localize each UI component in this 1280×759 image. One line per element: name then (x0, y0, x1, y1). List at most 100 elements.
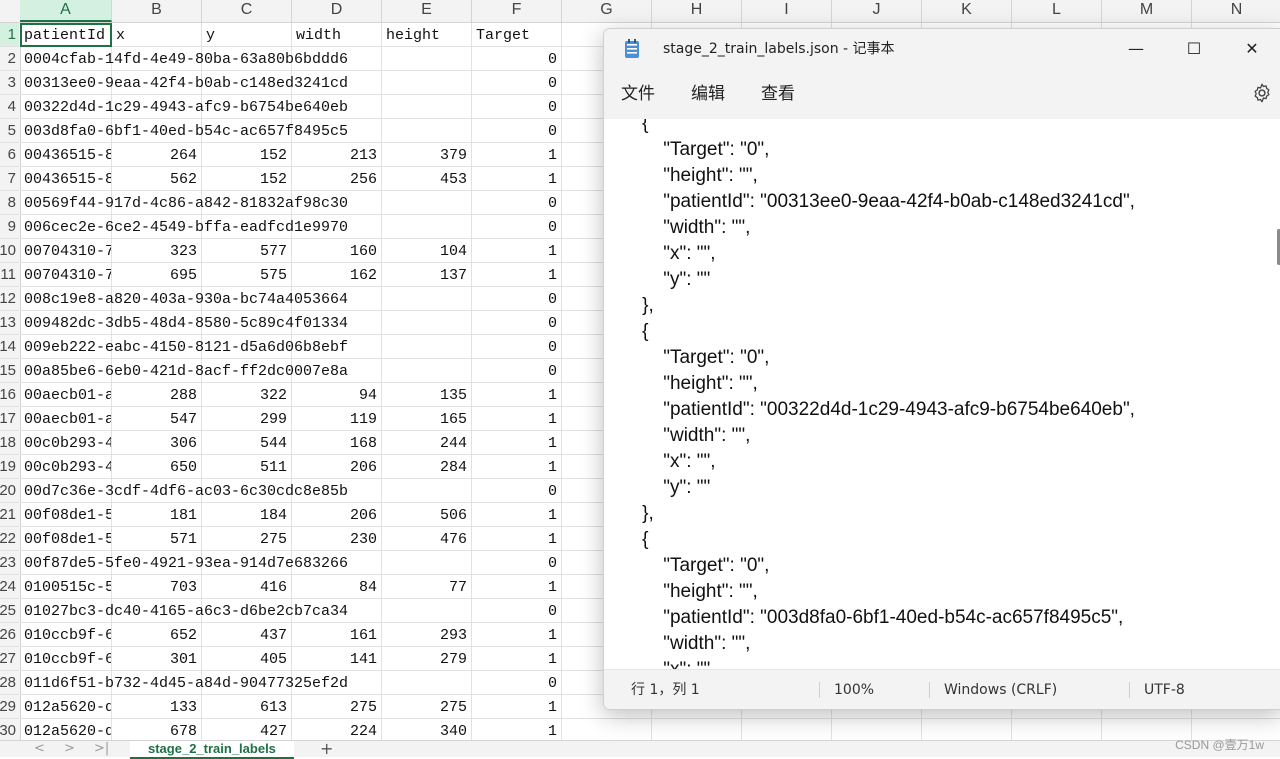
cell[interactable]: 009482dc-3db5-48d4-8580-5c89c4f01334 (20, 311, 348, 335)
cell[interactable]: 00436515-870c-4b36-a041-de91049b9ab4 (20, 143, 112, 167)
cell[interactable]: 135 (382, 383, 472, 407)
cell[interactable]: 206 (292, 503, 382, 527)
maximize-button[interactable]: ☐ (1165, 29, 1223, 69)
cell[interactable] (382, 551, 472, 575)
cell[interactable]: 244 (382, 431, 472, 455)
column-header-d[interactable]: D (292, 0, 382, 22)
column-header-b[interactable]: B (112, 0, 202, 22)
cell[interactable]: 161 (292, 623, 382, 647)
row-number[interactable]: 21 (0, 503, 19, 527)
cell[interactable]: 012a5620-d082-4bb8-9b3b-e72d8938000c (20, 719, 112, 740)
cell[interactable]: 288 (112, 383, 202, 407)
cell[interactable]: 77 (382, 575, 472, 599)
column-header-n[interactable]: N (1192, 0, 1280, 22)
cell[interactable]: width (292, 23, 382, 47)
cell[interactable] (382, 479, 472, 503)
cell[interactable]: 323 (112, 239, 202, 263)
row-number[interactable]: 13 (0, 311, 19, 335)
row-number[interactable]: 25 (0, 599, 19, 623)
cell[interactable]: height (382, 23, 472, 47)
sheet-tab[interactable]: stage_2_train_labels (130, 741, 294, 759)
cell[interactable] (382, 71, 472, 95)
cell[interactable]: 1 (472, 263, 562, 287)
cell[interactable]: 94 (292, 383, 382, 407)
column-header-c[interactable]: C (202, 0, 292, 22)
cell[interactable]: 224 (292, 719, 382, 740)
cell[interactable]: 650 (112, 455, 202, 479)
cell[interactable]: 184 (202, 503, 292, 527)
cell[interactable]: x (112, 23, 202, 47)
cell[interactable]: 152 (202, 167, 292, 191)
row-number[interactable]: 20 (0, 479, 19, 503)
gear-icon[interactable] (1251, 82, 1273, 104)
cell[interactable] (1012, 719, 1102, 740)
cell[interactable]: 0 (472, 671, 562, 695)
row-number[interactable]: 10 (0, 239, 19, 263)
cell[interactable]: 275 (292, 695, 382, 719)
cell[interactable]: 476 (382, 527, 472, 551)
menu-view[interactable]: 查看 (761, 82, 795, 106)
cell[interactable]: 00704310-78a8-4b38-8475-49f4573b2dbb (20, 239, 112, 263)
cell[interactable]: 1 (472, 167, 562, 191)
text-editor[interactable]: { "Target": "0", "height": "", "patientI… (604, 119, 1280, 669)
active-cell[interactable]: patientId (20, 23, 112, 47)
column-header-k[interactable]: K (922, 0, 1012, 22)
cell[interactable]: 1 (472, 623, 562, 647)
cell[interactable]: 547 (112, 407, 202, 431)
cell[interactable]: 009eb222-eabc-4150-8121-d5a6d06b8ebf (20, 335, 348, 359)
cell[interactable]: 0 (472, 359, 562, 383)
cell[interactable]: 299 (202, 407, 292, 431)
cell[interactable] (922, 719, 1012, 740)
cell[interactable]: 00322d4d-1c29-4943-afc9-b6754be640eb (20, 95, 348, 119)
column-header-l[interactable]: L (1012, 0, 1102, 22)
cell[interactable]: 1 (472, 455, 562, 479)
cell[interactable] (382, 599, 472, 623)
cell[interactable]: 0 (472, 71, 562, 95)
cell[interactable]: 264 (112, 143, 202, 167)
row-number[interactable]: 30 (0, 719, 19, 740)
cell[interactable]: 256 (292, 167, 382, 191)
cell[interactable]: 152 (202, 143, 292, 167)
cell[interactable]: 133 (112, 695, 202, 719)
row-number[interactable]: 24 (0, 575, 19, 599)
cell[interactable]: 511 (202, 455, 292, 479)
menu-file[interactable]: 文件 (621, 82, 655, 106)
cell[interactable]: 506 (382, 503, 472, 527)
cell[interactable]: 230 (292, 527, 382, 551)
row-number[interactable]: 23 (0, 551, 19, 575)
menu-edit[interactable]: 编辑 (691, 82, 725, 106)
cell[interactable]: 279 (382, 647, 472, 671)
next-sheet-icon[interactable]: > (64, 741, 75, 757)
cell[interactable]: 00aecb01-a116-45a2-956c-08d2fa55433f (20, 407, 112, 431)
row-number[interactable]: 5 (0, 119, 19, 143)
cell[interactable]: 01027bc3-dc40-4165-a6c3-d6be2cb7ca34 (20, 599, 348, 623)
column-header-f[interactable]: F (472, 0, 562, 22)
cell[interactable]: 379 (382, 143, 472, 167)
cell[interactable]: 0 (472, 335, 562, 359)
row-number[interactable]: 11 (0, 263, 19, 287)
cell[interactable] (382, 287, 472, 311)
cell[interactable]: 0 (472, 311, 562, 335)
cell[interactable]: 1 (472, 575, 562, 599)
cell[interactable]: 275 (202, 527, 292, 551)
row-number[interactable]: 26 (0, 623, 19, 647)
row-number[interactable]: 19 (0, 455, 19, 479)
cell[interactable]: 010ccb9f-6d46-4380-af11-84f87397a1b8 (20, 623, 112, 647)
cell[interactable]: 1 (472, 647, 562, 671)
cell[interactable]: 00704310-78a8-4b38-8475-49f4573b2dbb (20, 263, 112, 287)
cell[interactable]: 012a5620-d082-4bb8-9b3b-e72d8938000c (20, 695, 112, 719)
cell[interactable]: 275 (382, 695, 472, 719)
cell[interactable]: 0 (472, 551, 562, 575)
cell[interactable]: 1 (472, 695, 562, 719)
cell[interactable] (382, 671, 472, 695)
cell[interactable]: 1 (472, 719, 562, 740)
cell[interactable]: 0 (472, 287, 562, 311)
cell[interactable]: 00313ee0-9eaa-42f4-b0ab-c148ed3241cd (20, 71, 348, 95)
column-header-i[interactable]: I (742, 0, 832, 22)
cell[interactable]: 104 (382, 239, 472, 263)
cell[interactable]: 0 (472, 191, 562, 215)
cell[interactable]: 00569f44-917d-4c86-a842-81832af98c30 (20, 191, 348, 215)
row-number[interactable]: 29 (0, 695, 19, 719)
cell[interactable]: 168 (292, 431, 382, 455)
column-header-j[interactable]: J (832, 0, 922, 22)
